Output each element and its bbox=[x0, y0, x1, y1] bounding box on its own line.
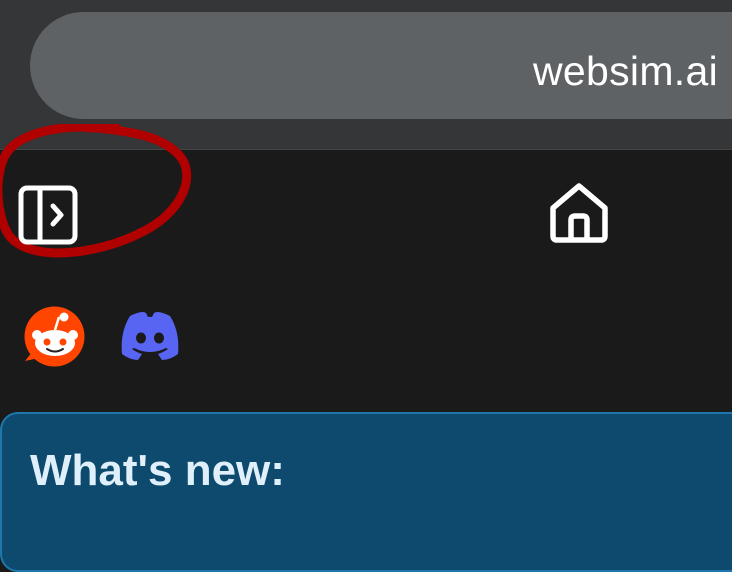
reddit-icon bbox=[24, 306, 85, 367]
reddit-link[interactable] bbox=[23, 305, 86, 368]
page-content: What's new: bbox=[0, 124, 732, 572]
url-text: websim.ai bbox=[533, 48, 718, 94]
sidebar-toggle-button[interactable] bbox=[18, 185, 78, 245]
sidebar-expand-icon bbox=[18, 185, 78, 245]
discord-link[interactable] bbox=[118, 310, 182, 362]
discord-icon bbox=[121, 312, 179, 360]
browser-toolbar: websim.ai bbox=[0, 0, 732, 150]
whats-new-title: What's new: bbox=[30, 446, 285, 495]
address-bar[interactable]: websim.ai bbox=[30, 12, 732, 119]
whats-new-card: What's new: bbox=[0, 412, 732, 572]
home-icon bbox=[550, 183, 608, 243]
home-button[interactable] bbox=[547, 180, 611, 244]
